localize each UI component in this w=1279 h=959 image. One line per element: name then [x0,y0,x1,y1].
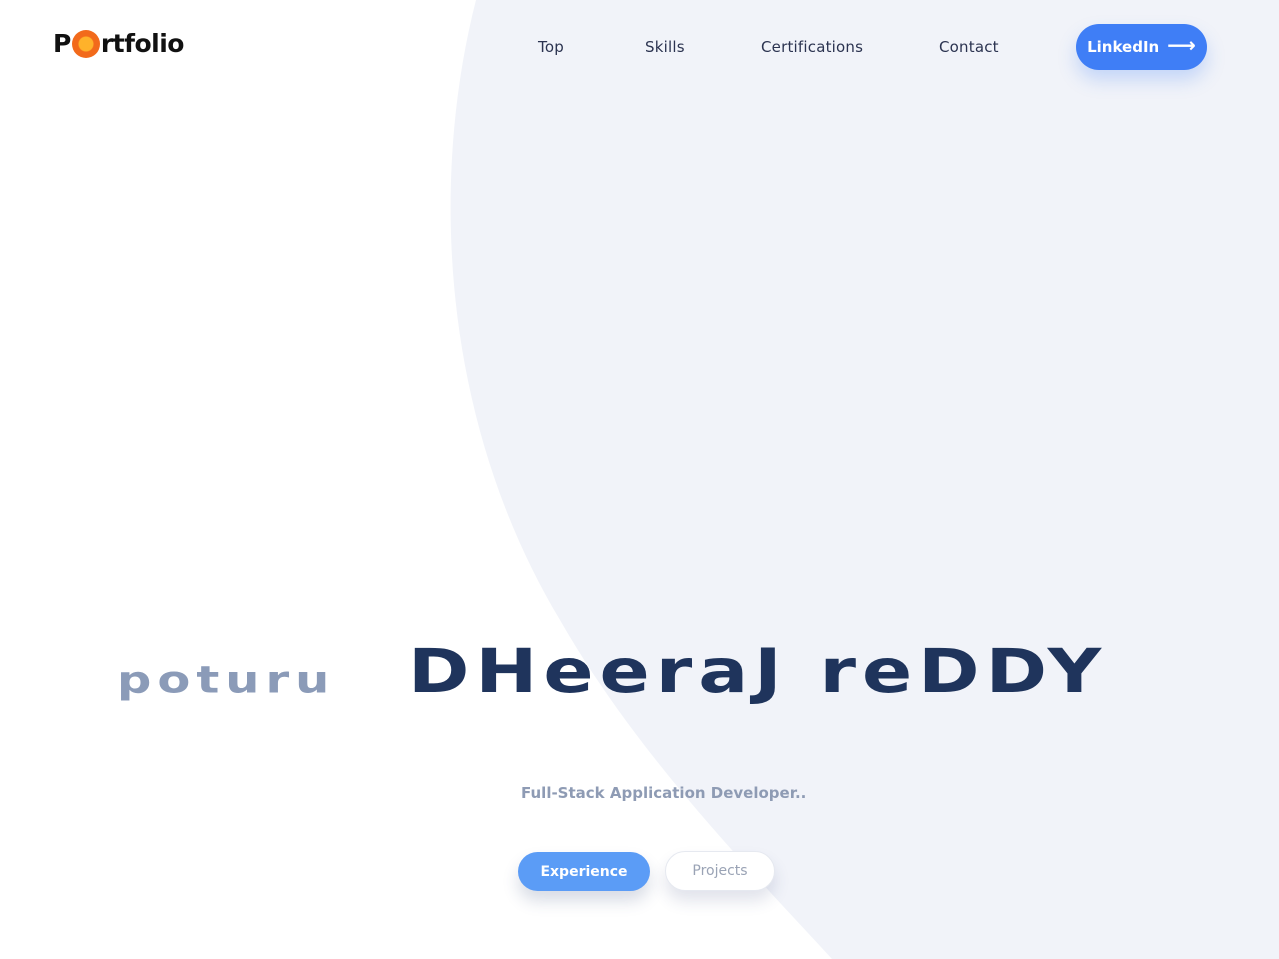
hero-subtitle: Full-Stack Application Developer.. [521,784,807,802]
arrow-right-icon: ⟶ [1167,33,1196,57]
portfolio-page: P rtfolio Top Skills Certifications Cont… [0,0,1279,959]
nav-item-contact[interactable]: Contact [939,38,999,56]
experience-button[interactable]: Experience [518,852,650,891]
hero-first-name: poturu [117,658,336,702]
nav-item-top[interactable]: Top [538,38,564,56]
logo[interactable]: P rtfolio [53,26,184,60]
nav-item-certifications[interactable]: Certifications [761,38,863,56]
nav-item-skills[interactable]: Skills [645,38,685,56]
logo-text-suffix: rtfolio [100,28,185,58]
hero-last-names: DHeeraJ reDDY [408,636,1108,707]
linkedin-button-label: LinkedIn [1087,38,1160,56]
hero-name: poturu DHeeraJ reDDY [0,630,1279,720]
linkedin-button[interactable]: LinkedIn ⟶ [1076,24,1207,70]
projects-button[interactable]: Projects [665,851,775,891]
logo-sun-icon [71,30,100,58]
background-curve-shape [450,0,1279,959]
logo-text-prefix: P [53,28,71,58]
